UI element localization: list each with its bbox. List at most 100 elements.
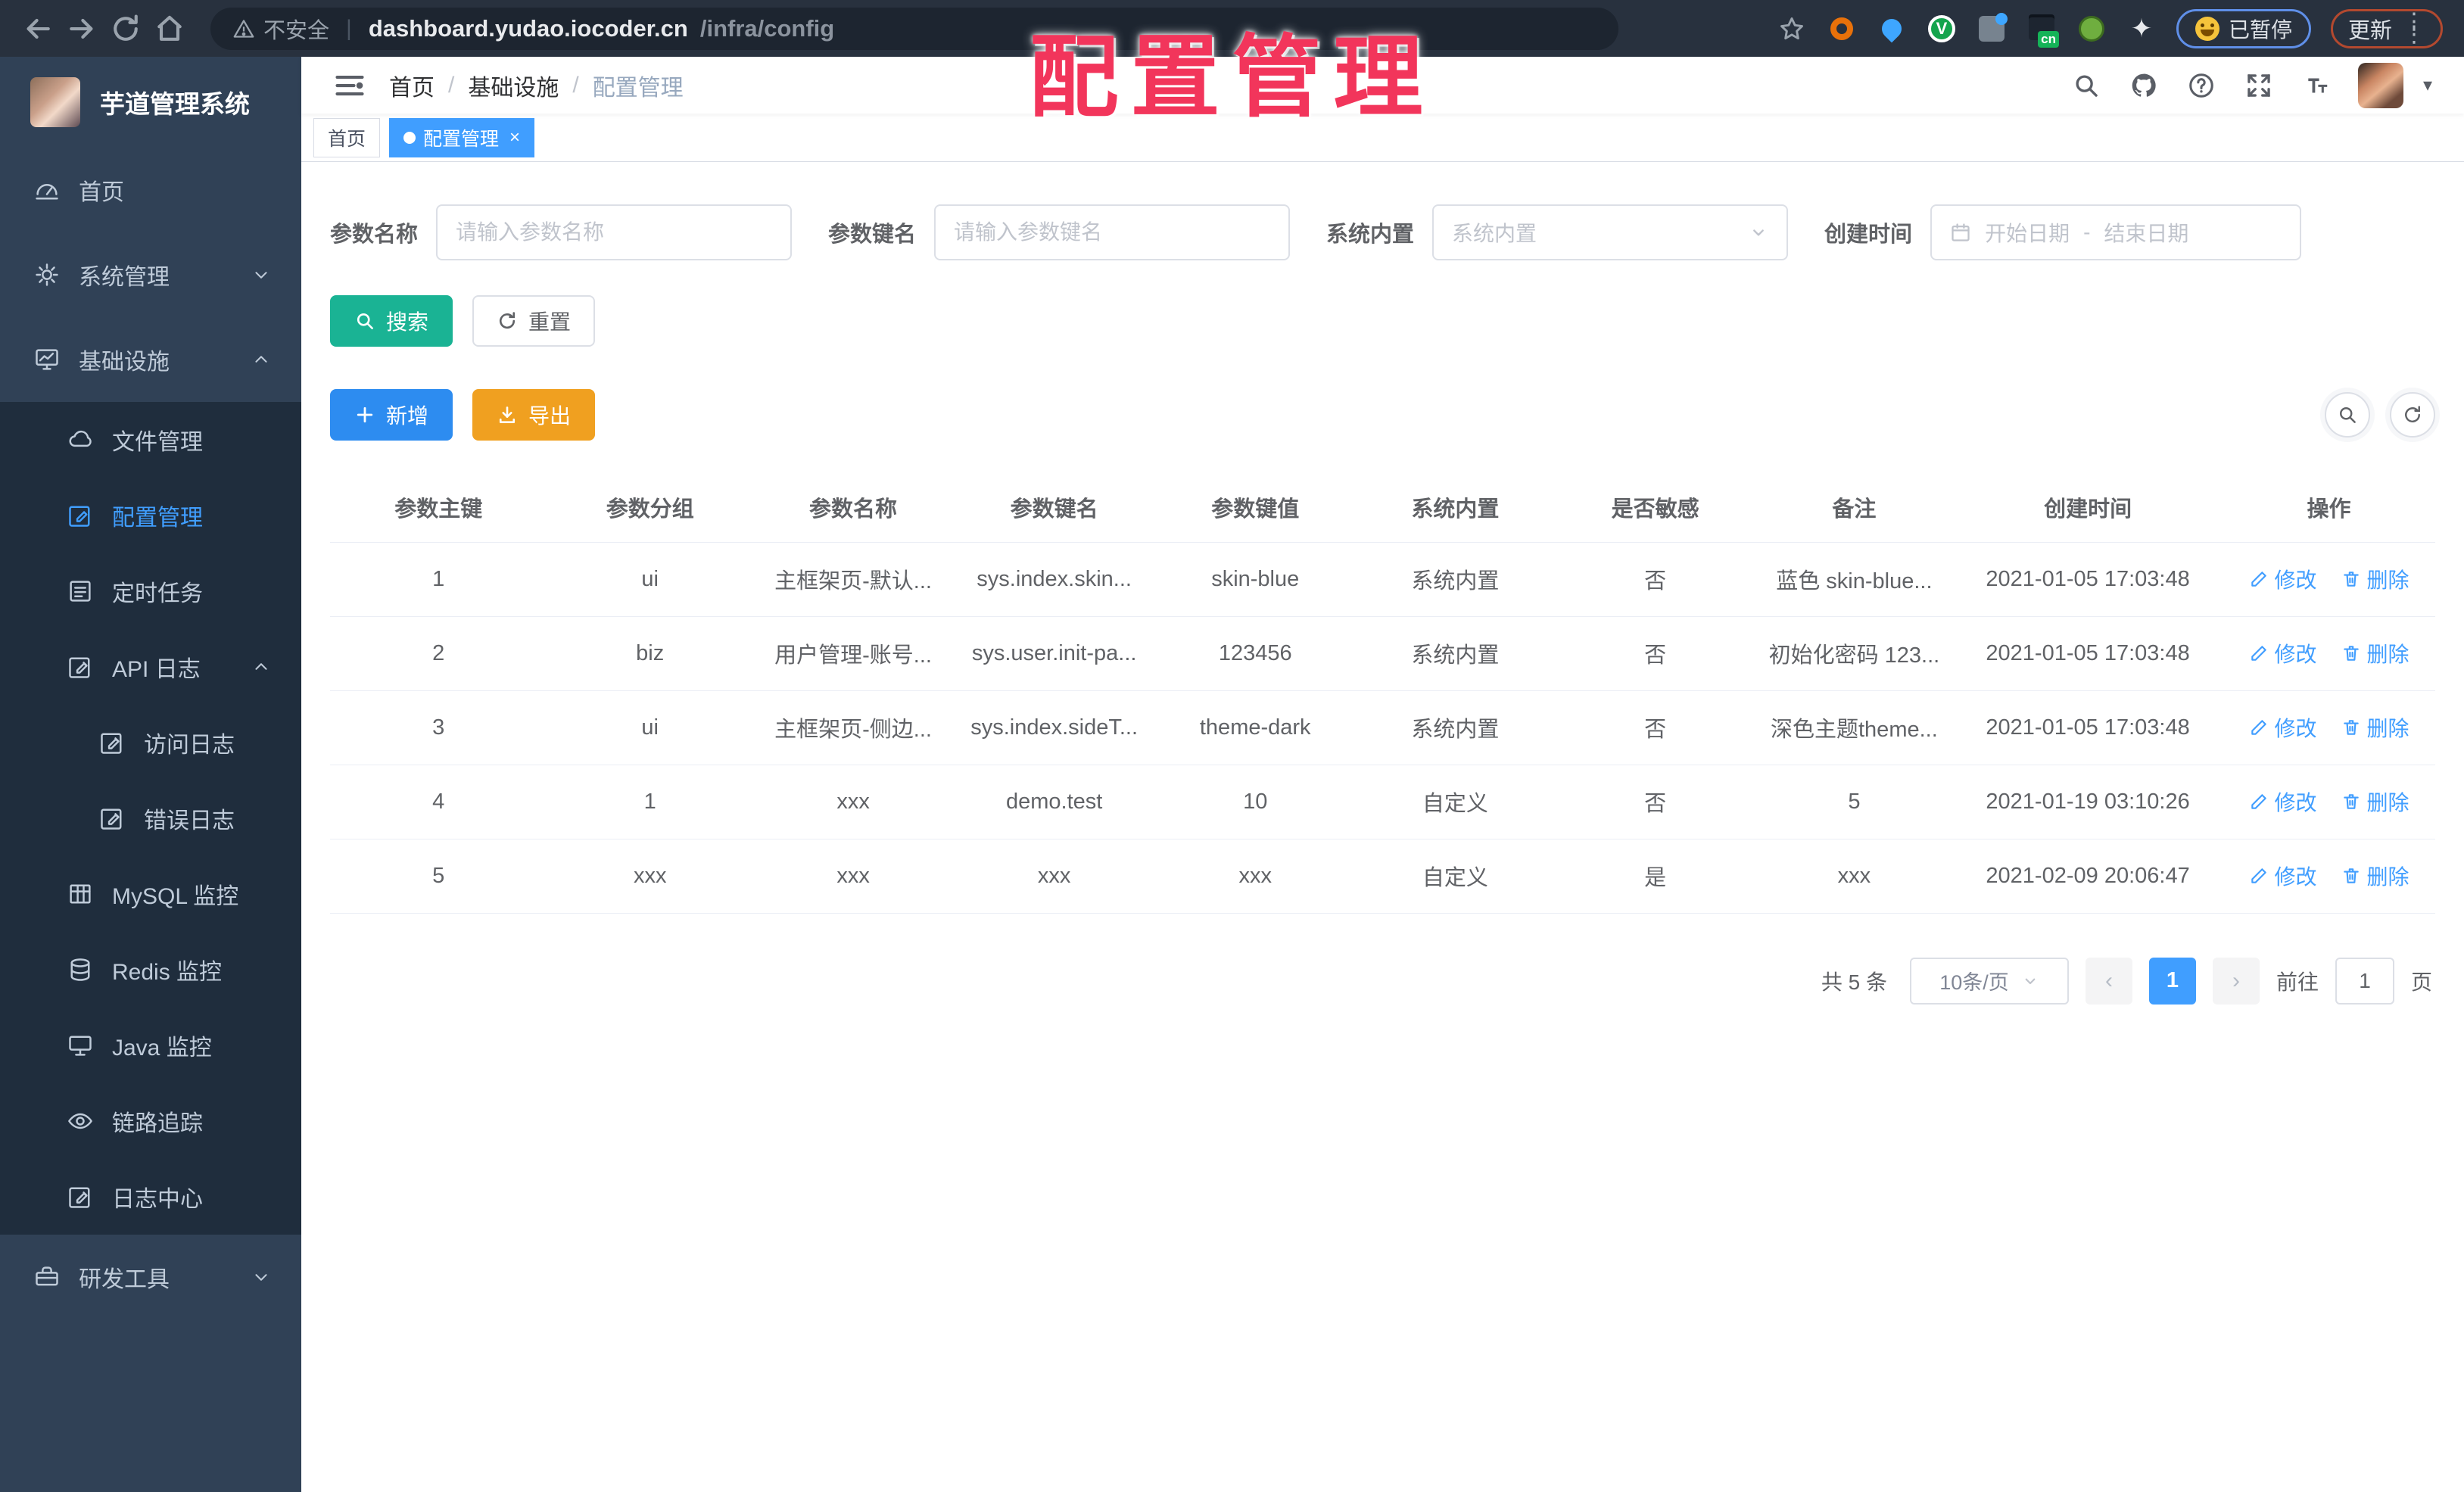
column-header: 操作 (2223, 472, 2435, 542)
sidebar-item-dev-tools[interactable]: 研发工具 (0, 1235, 301, 1319)
extension-orange-icon[interactable] (1827, 14, 1857, 44)
table-cell: 主框架页-默认... (752, 541, 954, 616)
date-start-placeholder: 开始日期 (1985, 222, 2070, 245)
sidebar-item-scheduled-tasks[interactable]: 定时任务 (0, 553, 301, 629)
user-menu-caret-icon[interactable]: ▾ (2423, 74, 2432, 96)
table-cell: sys.user.init-pa... (953, 615, 1156, 690)
chevron-down-icon (1749, 223, 1768, 242)
sidebar-logo[interactable]: 芋道管理系统 (0, 57, 301, 148)
github-icon[interactable] (2128, 70, 2160, 101)
param-key-input[interactable] (954, 220, 1271, 245)
sidebar-item-error-logs[interactable]: 错误日志 (0, 780, 301, 856)
breadcrumb-infra[interactable]: 基础设施 (468, 69, 559, 102)
column-header: 参数键名 (953, 472, 1156, 542)
table-cell: 蓝色 skin-blue... (1755, 541, 1954, 616)
edit-link[interactable]: 修改 (2249, 638, 2317, 668)
sidebar-item-redis-monitor[interactable]: Redis 监控 (0, 932, 301, 1008)
home-icon[interactable] (153, 12, 186, 45)
trash-icon (2341, 792, 2361, 811)
date-range-picker[interactable]: 开始日期 - 结束日期 (1930, 204, 2302, 260)
goto-page-input[interactable] (2335, 957, 2394, 1005)
tab-config-management[interactable]: 配置管理 × (389, 117, 535, 157)
table-cell: ui (547, 690, 753, 765)
bookmark-star-icon[interactable] (1777, 14, 1807, 44)
chevron-up-icon (250, 348, 273, 371)
forward-icon[interactable] (65, 12, 98, 45)
sidebar-item-java-monitor[interactable]: Java 监控 (0, 1008, 301, 1083)
url-bar[interactable]: 不安全 | dashboard.yudao.iocoder.cn/infra/c… (210, 7, 1618, 50)
extension-pin-icon[interactable] (1877, 14, 1907, 44)
current-page[interactable]: 1 (2148, 957, 2196, 1005)
edit-link[interactable]: 修改 (2249, 564, 2317, 594)
table-cell: 系统内置 (1355, 615, 1556, 690)
security-status[interactable]: 不安全 (233, 13, 329, 45)
delete-link[interactable]: 删除 (2341, 712, 2409, 743)
edit-link[interactable]: 修改 (2249, 786, 2317, 817)
add-button[interactable]: 新增 (330, 389, 453, 441)
extension-v-icon[interactable]: V (1927, 14, 1957, 44)
tags-bar: 首页 配置管理 × (301, 114, 2464, 162)
trash-icon (2341, 866, 2361, 886)
builtin-select[interactable]: 系统内置 (1432, 204, 1789, 260)
sidebar-item-infrastructure[interactable]: 基础设施 (0, 317, 301, 402)
sidebar-item-label: Redis 监控 (112, 960, 223, 985)
user-avatar[interactable] (2357, 62, 2403, 108)
sidebar-item-system-management[interactable]: 系统管理 (0, 232, 301, 317)
breadcrumb-home[interactable]: 首页 (389, 69, 435, 102)
sidebar-toggle-icon[interactable] (333, 69, 366, 102)
back-icon[interactable] (21, 12, 55, 45)
sidebar-item-label: 错误日志 (144, 808, 235, 833)
sidebar-item-file-management[interactable]: 文件管理 (0, 402, 301, 478)
paused-label: 已暂停 (2228, 17, 2292, 42)
extension-monkey-icon[interactable] (2076, 14, 2107, 44)
sidebar-item-config-management[interactable]: 配置管理 (0, 478, 301, 553)
sidebar-item-mysql-monitor[interactable]: MySQL 监控 (0, 856, 301, 932)
logo-image (30, 77, 80, 127)
edit-link[interactable]: 修改 (2249, 861, 2317, 891)
security-label: 不安全 (263, 18, 330, 43)
table-cell: 自定义 (1355, 764, 1556, 839)
sidebar-item-home[interactable]: 首页 (0, 148, 301, 232)
export-button[interactable]: 导出 (472, 389, 596, 441)
search-button[interactable]: 搜索 (330, 295, 453, 347)
sidebar-item-label: 访问日志 (144, 733, 235, 758)
browser-menu-icon[interactable]: ⋮ ⋮ (2403, 11, 2425, 46)
font-size-icon[interactable] (2300, 70, 2332, 101)
sidebar-item-access-logs[interactable]: 访问日志 (0, 705, 301, 780)
extension-grid-icon[interactable] (1976, 12, 2008, 44)
pencil-icon (2249, 569, 2269, 589)
table-cell: 10 (1155, 764, 1356, 839)
reload-icon[interactable] (109, 12, 142, 45)
table-row: 4 1 xxx demo.test 10 自定义否 5 2021-01-19 03:10:26… (330, 764, 2435, 839)
date-separator: - (2083, 220, 2091, 244)
log-icon (67, 1183, 94, 1210)
refresh-table-button[interactable] (2390, 392, 2435, 438)
sidebar-item-log-center[interactable]: 日志中心 (0, 1159, 301, 1235)
param-key-label: 参数键名 (828, 223, 917, 247)
sidebar-item-api-logs[interactable]: API 日志 (0, 629, 301, 705)
delete-link[interactable]: 删除 (2341, 564, 2409, 594)
delete-link[interactable]: 删除 (2341, 638, 2409, 668)
prev-page-button[interactable]: ‹ (2085, 957, 2132, 1005)
next-page-button[interactable]: › (2212, 957, 2260, 1005)
delete-link[interactable]: 删除 (2341, 861, 2409, 891)
extension-cn-icon[interactable] (2026, 14, 2059, 48)
tab-home[interactable]: 首页 (313, 117, 381, 157)
profile-paused-badge[interactable]: 已暂停 (2176, 8, 2311, 48)
page-size-select[interactable]: 10条/页 (1909, 957, 2069, 1005)
extensions-puzzle-icon[interactable]: ✦ (2126, 14, 2157, 44)
delete-link[interactable]: 删除 (2341, 786, 2409, 817)
toggle-search-button[interactable] (2325, 392, 2370, 438)
update-button[interactable]: 更新 ⋮ ⋮ (2330, 8, 2443, 48)
param-name-input[interactable] (456, 220, 773, 245)
column-header: 参数名称 (752, 472, 954, 542)
search-icon[interactable] (2070, 70, 2102, 101)
sidebar-item-tracing[interactable]: 链路追踪 (0, 1083, 301, 1159)
log-icon (98, 729, 126, 756)
table-cell: xxx (547, 838, 753, 914)
fullscreen-icon[interactable] (2243, 70, 2275, 101)
close-tab-icon[interactable]: × (509, 127, 520, 148)
reset-button[interactable]: 重置 (472, 295, 596, 347)
edit-link[interactable]: 修改 (2249, 712, 2317, 743)
help-icon[interactable] (2185, 70, 2217, 101)
